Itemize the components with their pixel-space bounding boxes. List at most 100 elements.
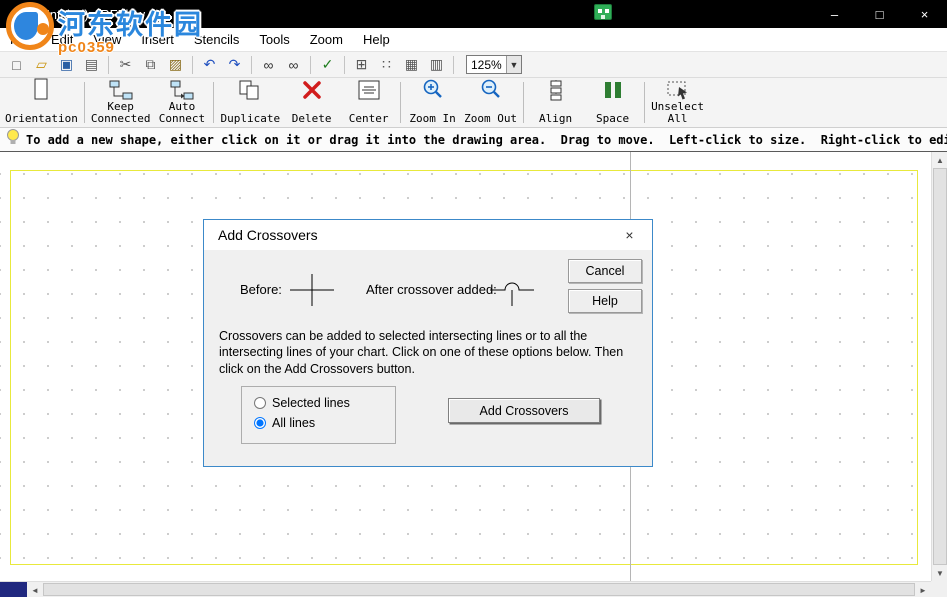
radio-selected-lines-input[interactable] <box>254 397 266 409</box>
auto-connect-button[interactable]: Auto Connect <box>153 79 210 126</box>
grid-dots-icon[interactable]: ∷ <box>374 54 399 75</box>
keep-connected-button[interactable]: Keep Connected <box>88 79 154 126</box>
shape-toolbar: Orientation Keep Connected Auto Connect … <box>0 78 947 128</box>
center-icon <box>357 79 381 101</box>
minimize-button[interactable]: – <box>812 0 857 28</box>
duplicate-icon <box>238 79 262 101</box>
menu-help[interactable]: Help <box>353 29 400 50</box>
keep-connected-icon <box>109 79 133 101</box>
scrollbar-corner <box>931 581 947 597</box>
print-icon[interactable]: ▤ <box>79 54 104 75</box>
pane-split-box <box>0 582 27 597</box>
toolbar-separator <box>84 82 85 123</box>
add-crossovers-button[interactable]: Add Crossovers <box>448 398 600 423</box>
lines-option-group: Selected lines All lines <box>241 386 396 444</box>
unselect-all-button[interactable]: Unselect All <box>648 79 707 126</box>
find-next-icon[interactable]: ∞ <box>281 54 306 75</box>
cut-icon[interactable]: ✂ <box>113 54 138 75</box>
toolbar-separator <box>344 56 345 74</box>
toolbar-separator <box>251 56 252 74</box>
scroll-left-icon[interactable]: ◄ <box>27 582 43 597</box>
radio-all-lines-input[interactable] <box>254 417 266 429</box>
orientation-icon <box>31 77 51 101</box>
paste-icon[interactable]: ▨ <box>163 54 188 75</box>
window-title: (Untitled) - RFFlow <box>36 7 145 22</box>
radio-selected-lines[interactable]: Selected lines <box>254 396 395 410</box>
save-icon[interactable]: ▣ <box>54 54 79 75</box>
close-button[interactable]: × <box>902 0 947 28</box>
toolbar-separator <box>310 56 311 74</box>
stencil-palette-icon[interactable]: ⊞ <box>349 54 374 75</box>
lightbulb-icon <box>6 128 20 151</box>
title-bar: (Untitled) - RFFlow – □ × <box>0 0 947 28</box>
align-icon <box>544 79 568 101</box>
after-crossover-icon <box>486 270 538 309</box>
horizontal-scrollbar-thumb[interactable] <box>43 583 915 596</box>
center-button[interactable]: Center <box>340 79 397 126</box>
menu-bar: File Edit View Insert Stencils Tools Zoo… <box>0 28 947 52</box>
unselect-all-icon <box>666 79 690 101</box>
scroll-right-icon[interactable]: ► <box>915 582 931 597</box>
hint-text: To add a new shape, either click on it o… <box>26 133 947 147</box>
dialog-body-text: Crossovers can be added to selected inte… <box>219 328 643 377</box>
new-icon[interactable]: □ <box>4 54 29 75</box>
maximize-button[interactable]: □ <box>857 0 902 28</box>
dialog-title-bar[interactable]: Add Crossovers × <box>204 220 652 250</box>
find-icon[interactable]: ∞ <box>256 54 281 75</box>
zoom-level-value: 125% <box>467 58 506 72</box>
scroll-up-icon[interactable]: ▲ <box>932 152 947 168</box>
help-button[interactable]: Help <box>568 289 642 313</box>
zoom-out-button[interactable]: Zoom Out <box>461 79 520 126</box>
copy-icon[interactable]: ⧉ <box>138 54 163 75</box>
zoom-in-icon <box>421 77 445 101</box>
green-badge-icon <box>594 4 612 20</box>
menu-edit[interactable]: Edit <box>41 29 83 50</box>
space-button[interactable]: Space <box>584 79 641 126</box>
toolbar-separator <box>523 82 524 123</box>
before-label: Before: <box>240 282 282 297</box>
align-button[interactable]: Align <box>527 79 584 126</box>
zoom-level-select[interactable]: 125% ▼ <box>466 55 522 74</box>
menu-zoom[interactable]: Zoom <box>300 29 353 50</box>
zoom-out-icon <box>479 77 503 101</box>
after-label: After crossover added: <box>366 282 497 297</box>
toolbar-separator <box>400 82 401 123</box>
undo-icon[interactable]: ↶ <box>197 54 222 75</box>
menu-tools[interactable]: Tools <box>249 29 299 50</box>
chevron-down-icon[interactable]: ▼ <box>506 56 521 73</box>
horizontal-scrollbar[interactable]: ◄ ► <box>0 581 931 597</box>
radio-all-lines[interactable]: All lines <box>254 416 395 430</box>
space-icon <box>601 79 625 101</box>
menu-stencils[interactable]: Stencils <box>184 29 250 50</box>
menu-insert[interactable]: Insert <box>131 29 184 50</box>
hint-bar: To add a new shape, either click on it o… <box>0 128 947 152</box>
radio-selected-lines-label: Selected lines <box>272 396 350 410</box>
radio-all-lines-label: All lines <box>272 416 315 430</box>
vertical-scrollbar-thumb[interactable] <box>933 168 947 565</box>
open-icon[interactable]: ▱ <box>29 54 54 75</box>
vertical-scrollbar[interactable]: ▲ ▼ <box>931 152 947 581</box>
zoom-in-button[interactable]: Zoom In <box>404 79 461 126</box>
dialog-title: Add Crossovers <box>218 227 318 243</box>
toolbar-separator <box>213 82 214 123</box>
menu-file[interactable]: File <box>0 29 41 50</box>
redo-icon[interactable]: ↷ <box>222 54 247 75</box>
dialog-close-icon[interactable]: × <box>607 220 652 250</box>
delete-button[interactable]: Delete <box>283 79 340 126</box>
cancel-button[interactable]: Cancel <box>568 259 642 283</box>
toolbar-separator <box>644 82 645 123</box>
toolbar-separator <box>108 56 109 74</box>
menu-view[interactable]: View <box>83 29 131 50</box>
spellcheck-icon[interactable]: ✓ <box>315 54 340 75</box>
scroll-down-icon[interactable]: ▼ <box>932 565 947 581</box>
standard-toolbar: □ ▱ ▣ ▤ ✂ ⧉ ▨ ↶ ↷ ∞ ∞ ✓ ⊞ ∷ ▦ ▥ 125% ▼ <box>0 52 947 78</box>
duplicate-button[interactable]: Duplicate <box>217 79 283 126</box>
auto-connect-icon <box>170 79 194 101</box>
toolbar-separator <box>192 56 193 74</box>
before-crossing-lines-icon <box>286 270 338 309</box>
table-icon[interactable]: ▥ <box>424 54 449 75</box>
orientation-button[interactable]: Orientation <box>2 79 81 126</box>
toolbar-separator <box>453 56 454 74</box>
add-crossovers-dialog: Add Crossovers × Before: After crossover… <box>203 219 653 467</box>
snap-grid-icon[interactable]: ▦ <box>399 54 424 75</box>
